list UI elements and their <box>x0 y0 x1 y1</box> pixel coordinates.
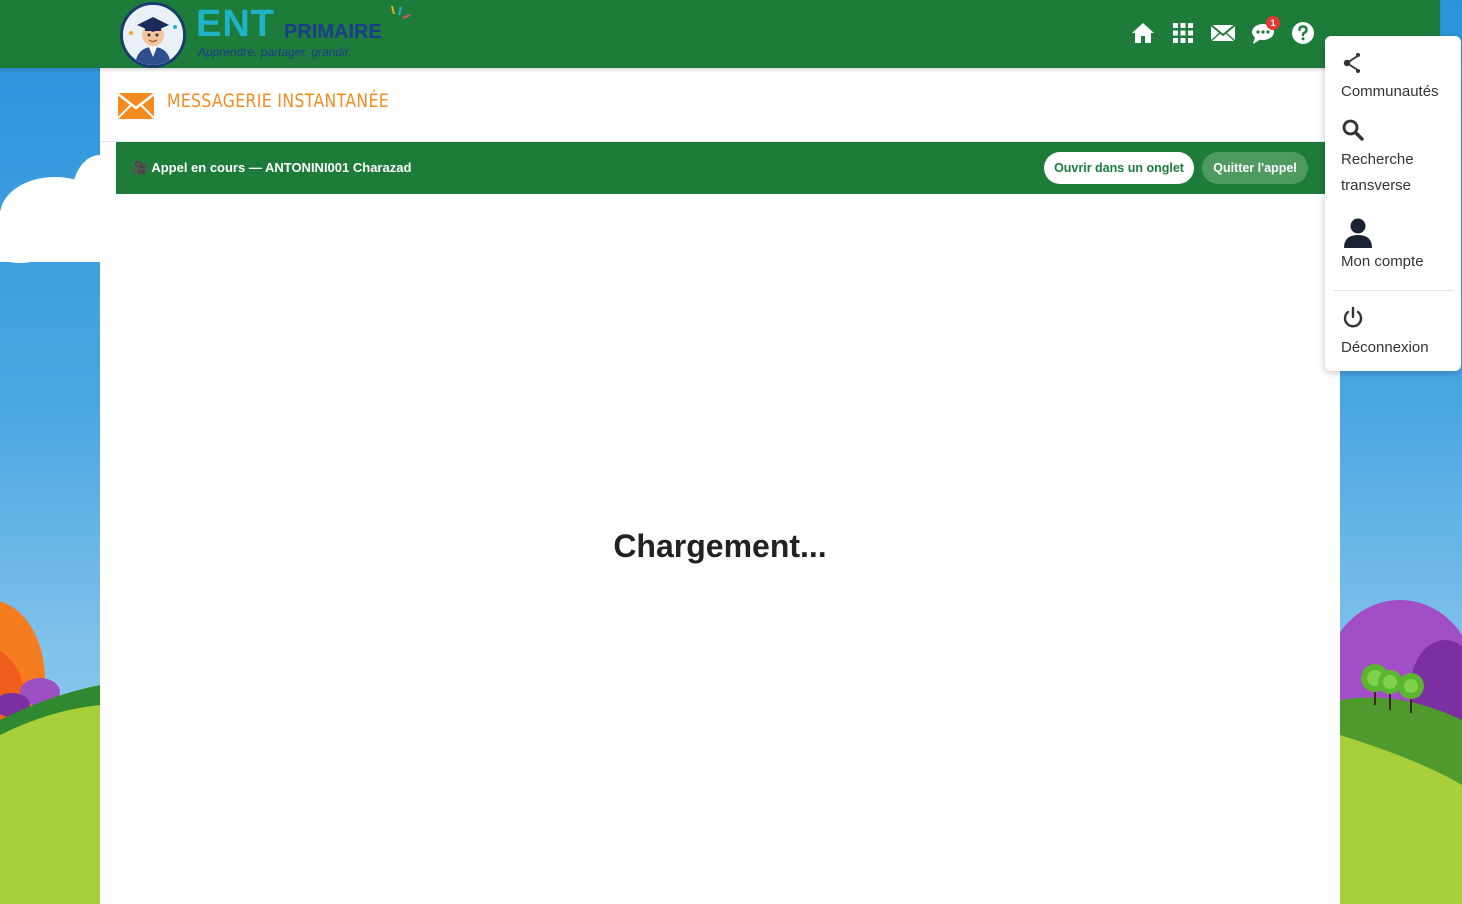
call-bar: 🎥 Appel en cours — ANTONINI001 Charazad … <box>116 142 1340 194</box>
ent-logo[interactable]: ENT PRIMAIRE Apprendre, partager, grandi… <box>118 0 418 68</box>
graduate-avatar-icon <box>120 2 186 68</box>
power-icon <box>1343 306 1363 328</box>
logo-tagline: Apprendre, partager, grandir. <box>198 45 352 59</box>
menu-item-communities[interactable]: Communautés <box>1341 50 1439 105</box>
menu-label-communities: Communautés <box>1341 83 1439 100</box>
menu-divider <box>1333 290 1453 291</box>
home-icon[interactable] <box>1130 20 1156 46</box>
main-panel: MESSAGERIE INSTANTANÉE 🎥 Appel en cours … <box>100 68 1340 904</box>
search-icon <box>1342 119 1364 141</box>
top-nav-icons: 1 <box>1130 16 1316 46</box>
share-icon <box>1343 53 1360 73</box>
logo-sparkle-icon <box>391 5 411 19</box>
logo-primaire-text: PRIMAIRE <box>284 21 382 43</box>
chat-icon[interactable]: 1 <box>1250 16 1280 46</box>
messaging-mail-icon <box>118 93 154 119</box>
menu-label-search-2: transverse <box>1341 177 1412 194</box>
menu-item-account[interactable]: Mon compte <box>1341 216 1424 275</box>
user-icon <box>1344 218 1372 248</box>
chat-badge: 1 <box>1266 16 1280 30</box>
logo-ent-text: ENT <box>196 3 275 45</box>
menu-label-account: Mon compte <box>1341 253 1424 270</box>
call-status: 🎥 Appel en cours — ANTONINI001 Charazad <box>132 160 412 175</box>
apps-grid-icon[interactable] <box>1170 20 1196 46</box>
user-dropdown-menu: Communautés Recherche transverse Mon com… <box>1325 36 1461 371</box>
open-in-tab-button[interactable]: Ouvrir dans un onglet <box>1044 152 1194 184</box>
mail-icon[interactable] <box>1210 20 1236 46</box>
menu-label-logout: Déconnexion <box>1341 339 1429 356</box>
loading-text: Chargement... <box>613 528 827 564</box>
page-title: MESSAGERIE INSTANTANÉE <box>167 90 389 112</box>
top-bar: ENT PRIMAIRE Apprendre, partager, grandi… <box>0 0 1440 68</box>
menu-item-search[interactable]: Recherche transverse <box>1341 118 1414 199</box>
menu-item-logout[interactable]: Déconnexion <box>1341 306 1429 361</box>
menu-label-search-1: Recherche <box>1341 151 1414 168</box>
help-icon[interactable] <box>1290 20 1316 46</box>
quit-call-button[interactable]: Quitter l'appel <box>1202 152 1308 184</box>
app-header: MESSAGERIE INSTANTANÉE <box>100 68 1340 142</box>
